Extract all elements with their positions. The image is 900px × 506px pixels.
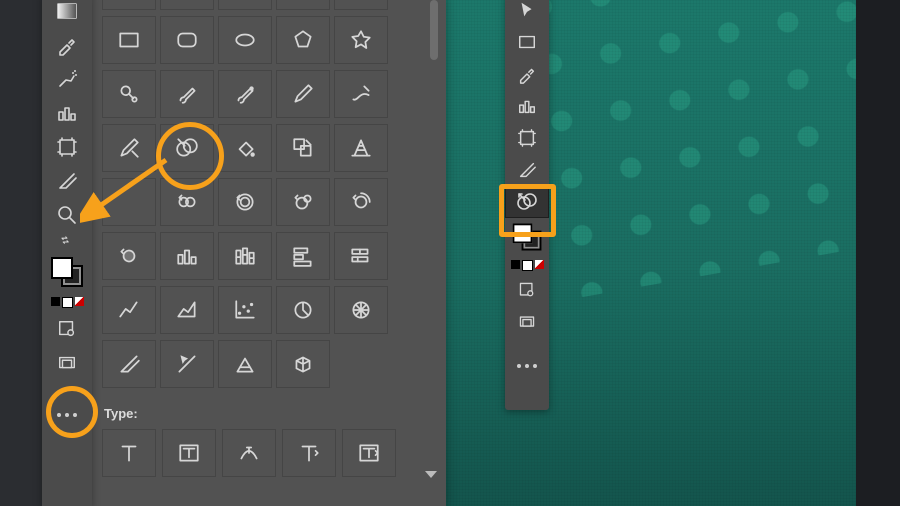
line-graph-tool[interactable] [102,286,156,334]
type-on-path-tool[interactable] [222,429,276,477]
slice-selection-tool[interactable] [160,340,214,388]
color-mode-none-icon[interactable] [535,260,544,269]
vertical-type-tool[interactable] [282,429,336,477]
area-type-tool[interactable] [162,429,216,477]
fill-swatch[interactable] [51,257,73,279]
column-graph-tool[interactable] [505,90,549,122]
ellipse-tool[interactable] [218,16,272,64]
star-tool[interactable] [334,16,388,64]
app-left-gutter [0,0,42,506]
slice-tool[interactable] [42,164,92,198]
slice-tool[interactable] [505,154,549,186]
artboard-tool[interactable] [505,122,549,154]
tools-panel-left [42,0,92,506]
polygon-tool[interactable] [276,16,330,64]
column-graph-tool[interactable] [160,232,214,280]
slice-tool[interactable] [102,340,156,388]
shape-builder-tool[interactable] [160,124,214,172]
edit-toolbar-button[interactable] [42,398,92,432]
column-graph-tool[interactable] [42,96,92,130]
empty-cell [334,340,386,386]
symbol-sprayer-tool[interactable] [42,62,92,96]
rounded-rectangle-tool[interactable] [160,16,214,64]
selection-tool[interactable] [505,0,549,26]
draw-mode-button[interactable] [505,274,549,306]
pattern-dots [497,0,856,301]
symbol-scruncher-tool[interactable] [218,178,272,226]
symbol-stainer-tool[interactable] [102,232,156,280]
edit-toolbar-button[interactable] [505,350,549,382]
spiral-tool[interactable] [218,0,272,10]
pie-graph-tool[interactable] [276,286,330,334]
blob-brush-tool[interactable] [218,70,272,118]
live-paint-selection-tool[interactable] [276,124,330,172]
artboard-tool[interactable] [42,130,92,164]
perspective-grid-tool[interactable] [334,124,388,172]
color-mode-gradient-icon[interactable] [62,297,73,308]
type-section-label: Type: [104,406,416,421]
color-mode-gradient-icon[interactable] [522,260,533,271]
symbol-shifter-tool[interactable] [160,178,214,226]
arc-tool[interactable] [160,0,214,10]
zoom-tool[interactable] [42,198,92,232]
color-mode-color-icon[interactable] [51,297,60,306]
gradient-tool[interactable] [42,0,92,28]
type-tool[interactable] [102,429,156,477]
symbol-sprayer-tool[interactable] [102,178,156,226]
symbol-sizer-tool[interactable] [276,178,330,226]
ellipsis-icon [517,364,537,368]
radar-graph-tool[interactable] [334,286,388,334]
all-tools-drawer: Type: [92,0,446,506]
fill-stroke-swatches[interactable] [42,252,92,292]
flare-tool[interactable] [102,70,156,118]
stacked-bar-graph-tool[interactable] [334,232,388,280]
drawer-caret-icon[interactable] [425,471,437,478]
color-mode-color-icon[interactable] [511,260,520,269]
color-mode-row[interactable] [505,256,549,274]
stacked-column-graph-tool[interactable] [218,232,272,280]
rectangle-tool[interactable] [505,26,549,58]
draw-mode-button[interactable] [42,312,92,346]
perspective-selection-tool[interactable] [218,340,272,388]
symbol-spinner-tool[interactable] [334,178,388,226]
screen-mode-button[interactable] [505,306,549,338]
eyedropper-tool[interactable] [42,28,92,62]
path-eraser-tool[interactable] [102,124,156,172]
umbrella-canopy [848,0,856,264]
vertical-area-type-tool[interactable] [342,429,396,477]
drawer-scrollbar[interactable] [430,0,438,60]
screen-mode-button[interactable] [42,346,92,380]
scatter-graph-tool[interactable] [218,286,272,334]
swap-fill-stroke-icon[interactable] [42,232,92,252]
color-mode-row[interactable] [42,292,92,312]
ellipsis-icon [57,413,77,417]
rectangle-tool[interactable] [102,16,156,64]
bar-graph-tool[interactable] [276,232,330,280]
callout-square-shape-builder [499,184,556,237]
polar-grid-tool[interactable] [334,0,388,10]
pencil-tool[interactable] [276,70,330,118]
line-segment-tool[interactable] [102,0,156,10]
smooth-tool[interactable] [334,70,388,118]
color-mode-none-icon[interactable] [75,297,84,306]
live-paint-bucket-tool[interactable] [218,124,272,172]
eyedropper-tool[interactable] [505,58,549,90]
paintbrush-tool[interactable] [160,70,214,118]
rectangular-grid-tool[interactable] [276,0,330,10]
area-graph-tool[interactable] [160,286,214,334]
3d-tool[interactable] [276,340,330,388]
